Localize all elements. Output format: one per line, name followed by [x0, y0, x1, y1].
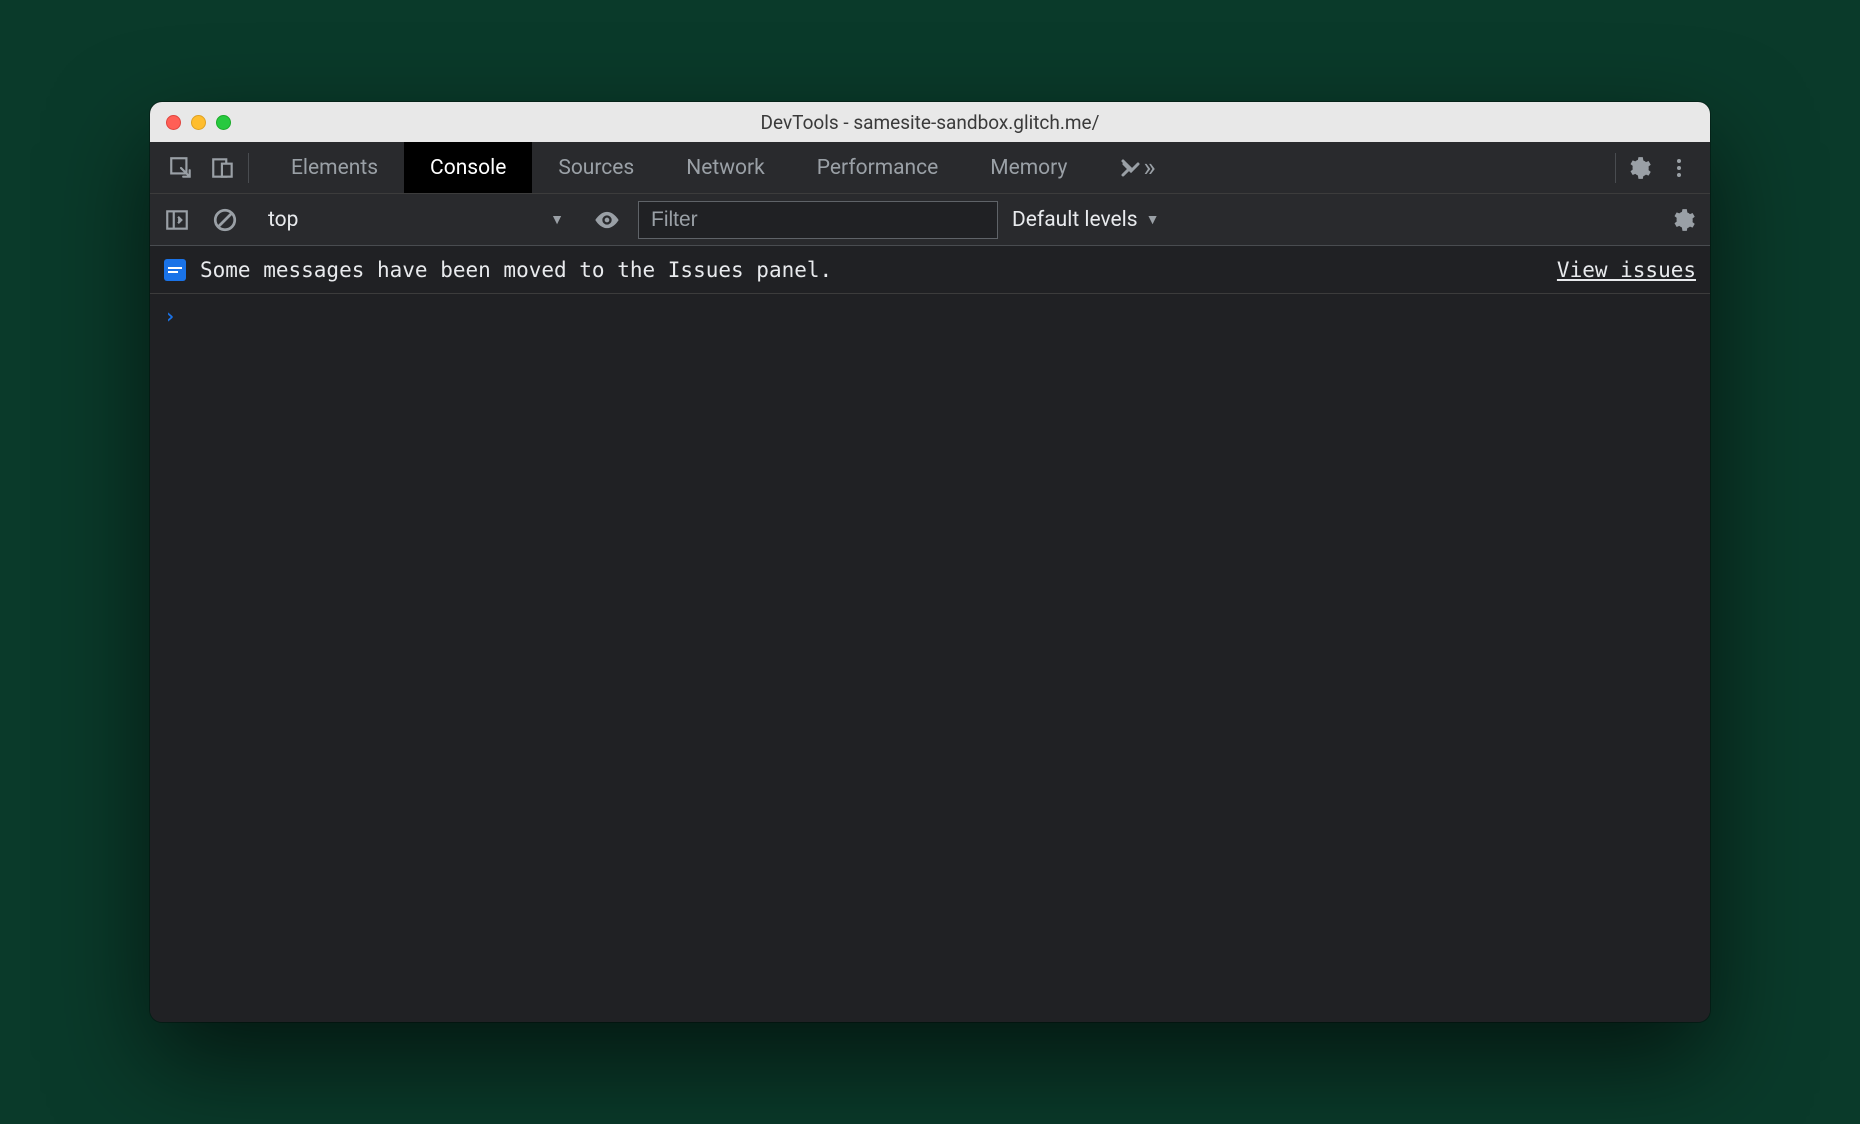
divider [1615, 153, 1616, 183]
level-label: Default levels [1012, 208, 1138, 232]
filter-input[interactable] [638, 201, 998, 239]
tabs-overflow[interactable]: » [1093, 142, 1181, 193]
maximize-window-button[interactable] [216, 115, 231, 130]
console-settings-icon[interactable] [1666, 203, 1700, 237]
chevron-down-icon: ▼ [1146, 211, 1160, 228]
sidebar-toggle-icon[interactable] [160, 203, 194, 237]
clear-console-icon[interactable] [208, 203, 242, 237]
console-prompt: › [164, 304, 176, 328]
context-selector[interactable]: top ▼ [256, 208, 576, 232]
issues-icon [164, 259, 186, 281]
titlebar: DevTools - samesite-sandbox.glitch.me/ [150, 102, 1710, 142]
divider [248, 153, 249, 183]
settings-icon[interactable] [1622, 151, 1656, 185]
chevron-down-icon: ▼ [550, 211, 564, 228]
traffic-lights [166, 115, 231, 130]
tab-performance[interactable]: Performance [791, 142, 964, 193]
close-window-button[interactable] [166, 115, 181, 130]
tabbar: Elements Console Sources Network Perform… [150, 142, 1710, 194]
minimize-window-button[interactable] [191, 115, 206, 130]
tab-memory[interactable]: Memory [964, 142, 1093, 193]
tab-network[interactable]: Network [660, 142, 791, 193]
console-body[interactable]: › [150, 294, 1710, 1022]
issues-infobar: Some messages have been moved to the Iss… [150, 246, 1710, 294]
window-title: DevTools - samesite-sandbox.glitch.me/ [166, 111, 1694, 134]
context-label: top [268, 208, 298, 232]
console-toolbar: top ▼ Default levels ▼ [150, 194, 1710, 246]
tab-elements[interactable]: Elements [265, 142, 404, 193]
tab-sources[interactable]: Sources [532, 142, 660, 193]
tab-console[interactable]: Console [404, 142, 532, 193]
log-level-selector[interactable]: Default levels ▼ [1012, 208, 1160, 232]
issues-message: Some messages have been moved to the Iss… [200, 258, 832, 282]
device-toggle-icon[interactable] [206, 151, 240, 185]
inspect-element-icon[interactable] [164, 151, 198, 185]
devtools-window: DevTools - samesite-sandbox.glitch.me/ E… [150, 102, 1710, 1022]
more-menu-icon[interactable] [1662, 151, 1696, 185]
live-expression-icon[interactable] [590, 203, 624, 237]
view-issues-link[interactable]: View issues [1557, 258, 1696, 282]
